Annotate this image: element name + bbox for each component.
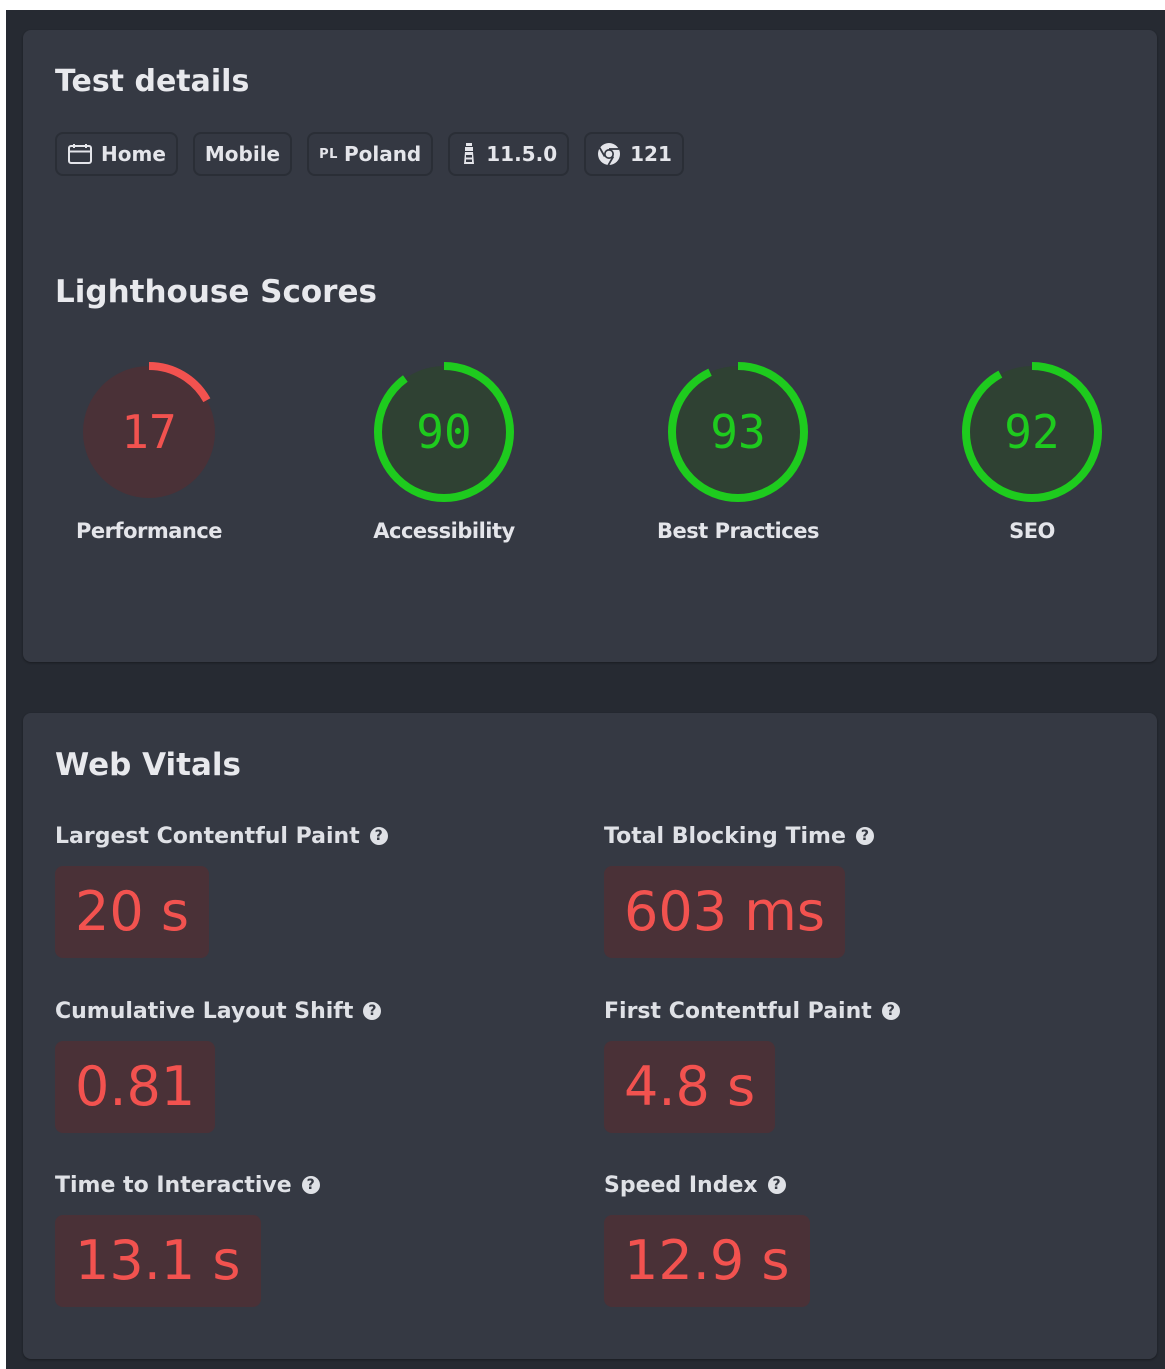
chip-location[interactable]: PL Poland	[307, 132, 434, 176]
web-vitals-title: Web Vitals	[55, 747, 241, 783]
gauge-performance-value: 17	[121, 405, 177, 459]
metric-fcp: First Contentful Paint ? 4.8 s	[604, 996, 900, 1133]
gauge-accessibility-label: Accessibility	[373, 519, 515, 543]
metric-speed-index-value: 12.9 s	[604, 1215, 810, 1307]
metric-cls-label: Cumulative Layout Shift	[55, 998, 354, 1024]
metric-fcp-label: First Contentful Paint	[604, 998, 872, 1024]
help-icon[interactable]: ?	[767, 1176, 786, 1194]
chip-lighthouse-version[interactable]: 11.5.0	[448, 132, 570, 176]
chip-page[interactable]: Home	[55, 132, 178, 176]
gauge-seo-label: SEO	[1009, 519, 1055, 543]
lighthouse-icon	[460, 142, 478, 166]
country-code: PL	[319, 146, 338, 162]
gauge-accessibility[interactable]: 90 Accessibility	[328, 356, 548, 556]
chip-chrome-version[interactable]: 121	[584, 132, 684, 176]
metric-lcp: Largest Contentful Paint ? 20 s	[55, 821, 388, 958]
test-details-title: Test details	[55, 64, 250, 99]
metric-cls: Cumulative Layout Shift ? 0.81	[55, 996, 382, 1133]
gauge-best-practices-label: Best Practices	[657, 519, 819, 543]
chip-device-label: Mobile	[204, 142, 281, 166]
metric-speed-index-label: Speed Index	[604, 1172, 758, 1198]
chrome-icon	[596, 141, 622, 167]
metric-tbt-label: Total Blocking Time	[604, 823, 846, 849]
gauge-performance[interactable]: 17 Performance	[33, 356, 253, 556]
metric-lcp-value: 20 s	[55, 866, 210, 958]
help-icon[interactable]: ?	[301, 1176, 320, 1194]
metric-tbt: Total Blocking Time ? 603 ms	[604, 821, 874, 958]
metric-tti-value: 13.1 s	[55, 1215, 261, 1307]
help-icon[interactable]: ?	[369, 827, 388, 845]
lighthouse-scores-title: Lighthouse Scores	[55, 274, 377, 310]
metric-fcp-value: 4.8 s	[604, 1041, 776, 1133]
chip-chrome-version-label: 121	[630, 142, 672, 166]
test-details-chips: Home Mobile PL Poland 11.5.0 121	[55, 132, 684, 176]
web-vitals-card: Web Vitals Largest Contentful Paint ? 20…	[23, 713, 1157, 1359]
gauge-best-practices-value: 93	[710, 405, 766, 459]
metric-cls-value: 0.81	[55, 1041, 216, 1133]
gauge-seo-value: 92	[1004, 405, 1060, 459]
gauge-seo[interactable]: 92 SEO	[916, 356, 1136, 556]
chip-location-label: Poland	[343, 142, 422, 166]
test-details-card: Test details Home Mobile PL Poland 11.5.…	[23, 30, 1157, 662]
metric-tti-label: Time to Interactive	[55, 1172, 292, 1198]
metric-tti: Time to Interactive ? 13.1 s	[55, 1170, 320, 1307]
metric-tbt-value: 603 ms	[604, 866, 845, 958]
gauge-best-practices[interactable]: 93 Best Practices	[622, 356, 842, 556]
help-icon[interactable]: ?	[363, 1002, 382, 1020]
lighthouse-gauges: 17 Performance 90 Accessibility 93 Best …	[23, 356, 1157, 556]
help-icon[interactable]: ?	[855, 827, 874, 845]
chip-page-label: Home	[101, 142, 166, 166]
gauge-performance-label: Performance	[75, 519, 223, 543]
chip-device[interactable]: Mobile	[192, 132, 293, 176]
metric-speed-index: Speed Index ? 12.9 s	[604, 1170, 810, 1307]
help-icon[interactable]: ?	[881, 1002, 900, 1020]
chip-lighthouse-version-label: 11.5.0	[486, 142, 558, 166]
calendar-icon	[67, 143, 93, 165]
gauge-accessibility-value: 90	[416, 405, 472, 459]
report-page: Test details Home Mobile PL Poland 11.5.…	[6, 10, 1165, 1369]
metric-lcp-label: Largest Contentful Paint	[55, 823, 360, 849]
